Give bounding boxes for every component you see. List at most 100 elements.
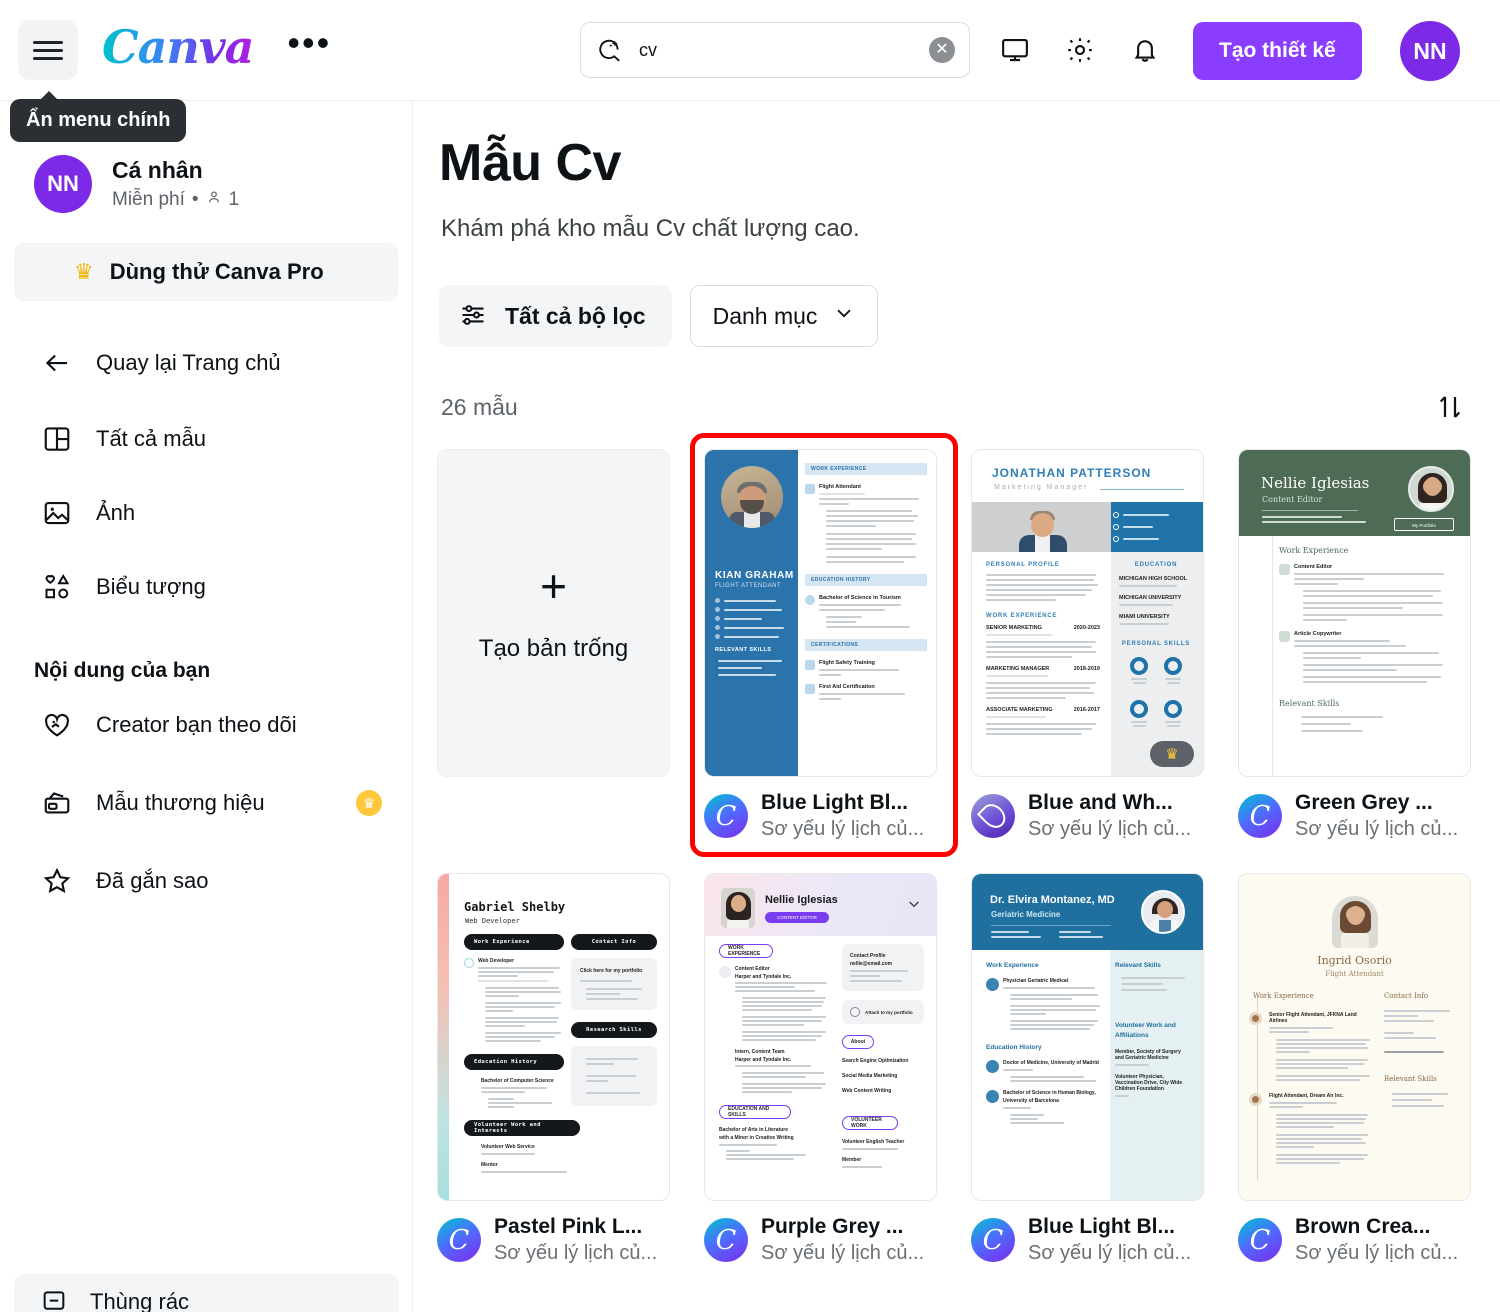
sidebar-item-back-home[interactable]: Quay lại Trang chủ [14,335,398,391]
create-blank-card[interactable]: + Tạo bản trống [437,449,670,841]
heart-icon [40,708,74,742]
resume-name: Nellie Iglesias [765,894,838,906]
all-filters-label: Tất cả bộ lọc [505,302,646,329]
account-info: Cá nhân Miễn phí • 1 [112,157,239,211]
resume-section-title: PERSONAL PROFILE [986,562,1060,568]
crown-icon: ♛ [74,259,94,284]
template-grid: + Tạo bản trống KIAN GRAHAM FLIGHT ATTEN… [437,433,1487,1265]
avatar[interactable]: NN [1400,21,1460,81]
gear-icon[interactable] [1058,28,1102,72]
canva-c-icon: C [1238,1218,1282,1262]
pro-badge: ♛ [1150,741,1194,767]
main-content: Mẫu Cv Khám phá kho mẫu Cv chất lượng ca… [413,101,1500,1312]
result-count: 26 mẫu [441,393,518,420]
card-subtitle: Sơ yếu lý lịch củ... [1028,818,1192,840]
sidebar-item-label: Creator bạn theo dõi [96,712,297,737]
card-title: Brown Crea... [1295,1215,1431,1238]
template-thumbnail[interactable]: Gabriel Shelby Web Developer Work Experi… [437,873,670,1201]
sidebar-item-label: Thùng rác [90,1289,190,1312]
results-row: 26 mẫu [441,387,1470,427]
image-icon [40,496,74,530]
crown-icon: ♛ [356,790,382,816]
person-icon [206,189,222,211]
trash-icon [40,1286,68,1312]
card-meta: C Green Grey ... Sơ yếu lý lịch củ... [1238,791,1471,841]
resume-role: Content Editor [1262,495,1323,504]
sliders-icon [459,301,487,332]
category-dropdown[interactable]: Danh mục [689,285,879,347]
bell-icon[interactable] [1123,28,1167,72]
sidebar-item-photos[interactable]: Ảnh [14,485,398,541]
resume-section-title: Work Experience [1279,546,1349,555]
page-title: Mẫu Cv [439,134,621,192]
sidebar-item-all-templates[interactable]: Tất cả mẫu [14,411,398,467]
card-title: Blue Light Bl... [1028,1215,1175,1238]
resume-name: Dr. Elvira Montanez, MD [990,894,1115,906]
resume-name: Nellie Iglesias [1261,474,1370,492]
card-title: Blue and Wh... [1028,791,1173,814]
hamburger-menu-button[interactable] [18,20,78,80]
sidebar-item-brand-templates[interactable]: Mẫu thương hiệu ♛ [14,775,398,831]
sort-arrows-icon[interactable] [1430,387,1470,427]
template-card[interactable]: Nellie Iglesias Content Editor My Portfo… [1238,449,1471,841]
clear-icon[interactable]: ✕ [929,37,955,63]
template-card[interactable]: Gabriel Shelby Web Developer Work Experi… [437,873,670,1265]
template-card[interactable]: Ingrid Osorio Flight Attendant Work Expe… [1238,873,1471,1265]
meta-separator: • [191,189,199,210]
template-card[interactable]: Dr. Elvira Montanez, MD Geriatric Medici… [971,873,1204,1265]
template-card[interactable]: KIAN GRAHAM FLIGHT ATTENDANT RELEVANT SK… [690,433,958,857]
category-label: Danh mục [712,302,818,329]
resume-section-title: VOLUNTEER WORK [851,1117,882,1129]
chevron-down-icon [833,302,855,330]
monitor-icon[interactable] [993,28,1037,72]
account-plan: Miễn phí [112,189,185,210]
canva-c-icon: C [704,1218,748,1262]
card-subtitle: Sơ yếu lý lịch củ... [1295,1242,1459,1264]
template-thumbnail[interactable]: Ingrid Osorio Flight Attendant Work Expe… [1238,873,1471,1201]
resume-role: Flight Attendant [1325,970,1384,978]
template-thumbnail[interactable]: Nellie Iglesias Content Editor My Portfo… [1238,449,1471,777]
sidebar-item-icons[interactable]: Biểu tượng [14,559,398,615]
sidebar-item-label: Ảnh [96,500,136,525]
account-name: Cá nhân [112,157,203,183]
arrow-left-icon [40,346,74,380]
template-card[interactable]: JONATHAN PATTERSON Marketing Manager PER… [971,449,1204,841]
canva-c-icon: C [971,1218,1015,1262]
search-bar[interactable]: ✕ [580,22,970,78]
resume-section-title: EDUCATION AND SKILLS [728,1106,770,1118]
card-meta: C Blue Light Bl... Sơ yếu lý lịch củ... [704,791,937,841]
sidebar-item-starred[interactable]: Đã gắn sao [14,853,398,909]
resume-section-title: Work Experience [474,939,530,945]
card-subtitle: Sơ yếu lý lịch củ... [494,1242,658,1264]
card-meta: Blue and Wh... Sơ yếu lý lịch củ... [971,791,1204,841]
resume-section-title: WORK EXPERIENCE [986,613,1058,619]
template-thumbnail[interactable]: Nellie Iglesias CONTENT EDITOR WORK EXPE… [704,873,937,1201]
sidebar-item-trash[interactable]: Thùng rác [14,1274,399,1312]
all-filters-button[interactable]: Tất cả bộ lọc [439,285,672,347]
shapes-icon [40,570,74,604]
template-card[interactable]: Nellie Iglesias CONTENT EDITOR WORK EXPE… [704,873,937,1265]
card-meta: C Purple Grey ... Sơ yếu lý lịch củ... [704,1215,937,1265]
tooltip-hide-main-menu: Ẩn menu chính [10,91,187,142]
resume-section-title: Education History [986,1044,1042,1051]
canva-logo[interactable]: Canva [102,24,254,76]
account-switcher[interactable]: NN Cá nhân Miễn phí • 1 [34,155,412,213]
template-thumbnail[interactable]: JONATHAN PATTERSON Marketing Manager PER… [971,449,1204,777]
hamburger-icon [33,36,63,65]
avatar [1331,896,1378,948]
sidebar-item-creators-you-follow[interactable]: Creator bạn theo dõi [14,697,398,753]
search-input[interactable] [637,38,897,62]
ellipsis-icon[interactable]: ••• [287,24,331,64]
avatar [1408,466,1454,512]
sidebar-section-title: Nội dung của bạn [34,659,211,682]
member-count: 1 [228,189,240,210]
card-title: Blue Light Bl... [761,791,908,814]
card-title: Purple Grey ... [761,1215,904,1238]
template-thumbnail[interactable]: Dr. Elvira Montanez, MD Geriatric Medici… [971,873,1204,1201]
create-design-button[interactable]: Tạo thiết kế [1193,22,1362,80]
template-thumbnail[interactable]: KIAN GRAHAM FLIGHT ATTENDANT RELEVANT SK… [704,449,937,777]
resume-section-title: WORK EXPERIENCE [728,945,761,957]
plus-icon: + [540,560,567,612]
try-canva-pro-button[interactable]: ♛ Dùng thử Canva Pro [14,243,398,301]
star-icon [40,864,74,898]
